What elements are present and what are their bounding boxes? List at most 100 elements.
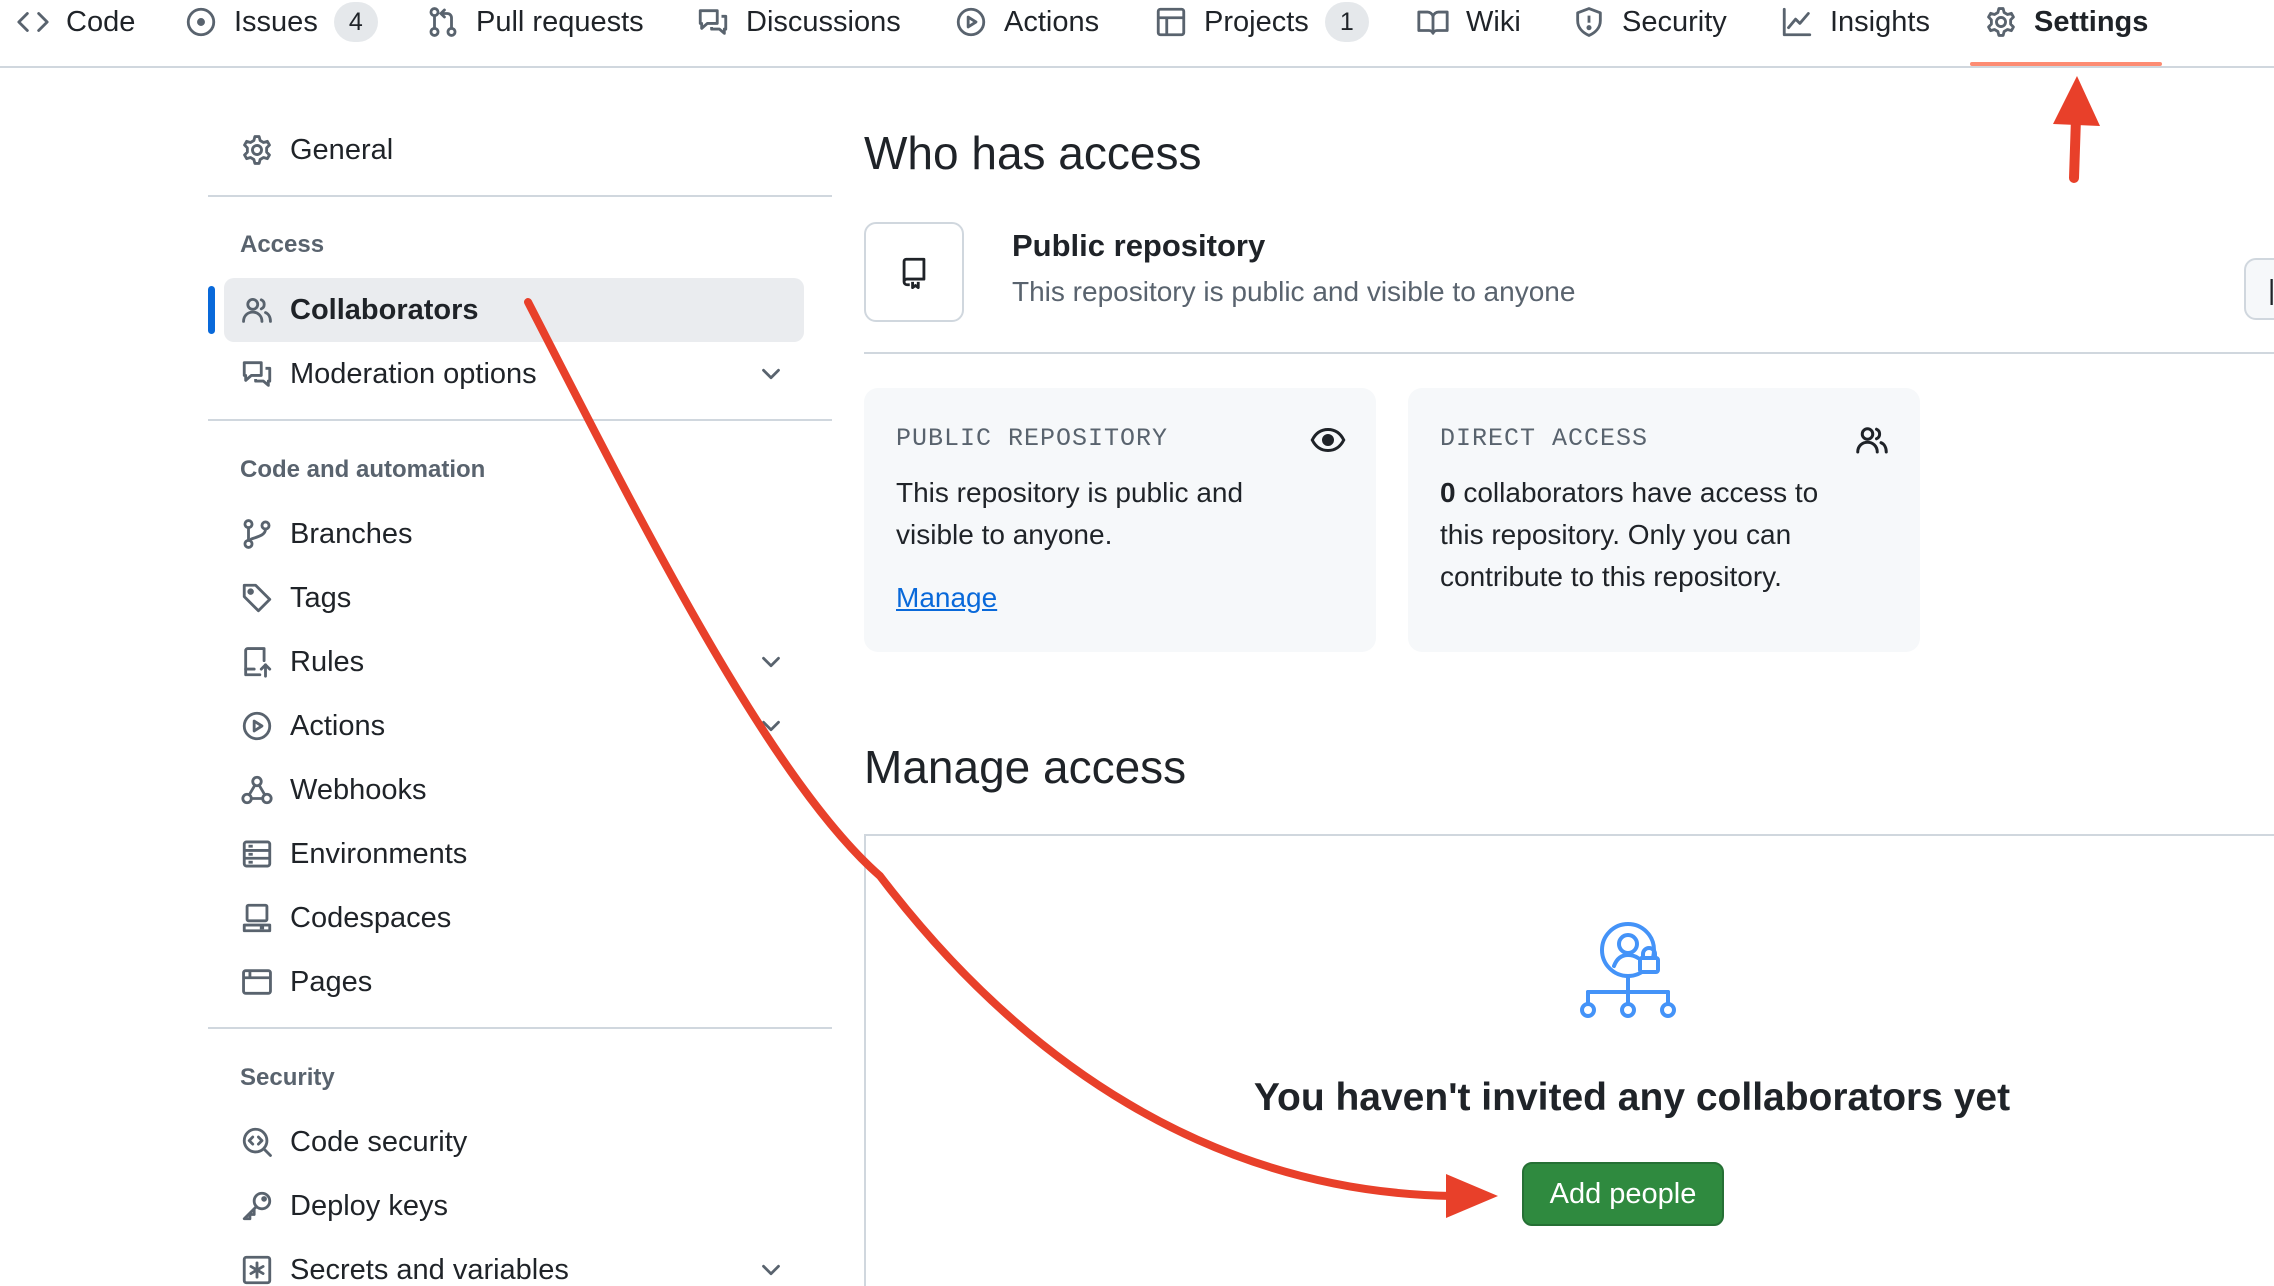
comment-discussion-icon bbox=[242, 361, 272, 387]
graph-icon bbox=[1782, 7, 1812, 37]
tab-discussions-label: Discussions bbox=[746, 5, 901, 38]
sidebar-item-actions[interactable]: Actions bbox=[224, 694, 804, 758]
chevron-down-icon[interactable] bbox=[756, 711, 786, 741]
arrow-to-settings-tab bbox=[2053, 76, 2100, 183]
who-has-access-title: Who has access bbox=[864, 127, 1202, 179]
tab-code[interactable]: Code bbox=[16, 0, 135, 44]
collaborator-count: 0 bbox=[1440, 477, 1456, 508]
add-people-button[interactable]: Add people bbox=[1522, 1162, 1724, 1226]
section-divider bbox=[864, 352, 2274, 354]
chevron-down-icon[interactable] bbox=[756, 647, 786, 677]
direct-access-card: DIRECT ACCESS 0 collaborators have acces… bbox=[1408, 388, 1920, 652]
sidebar-item-code-security[interactable]: Code security bbox=[224, 1110, 804, 1174]
chevron-down-icon[interactable] bbox=[756, 1255, 786, 1285]
card-text-line: 0 collaborators have access to bbox=[1440, 472, 1818, 514]
sidebar-item-deploy-keys[interactable]: Deploy keys bbox=[224, 1174, 804, 1238]
manage-access-title: Manage access bbox=[864, 741, 1187, 793]
sidebar-item-rules[interactable]: Rules bbox=[224, 630, 804, 694]
tab-security-label: Security bbox=[1622, 5, 1727, 38]
sidebar-item-label: Moderation options bbox=[290, 357, 537, 390]
sidebar-item-label: Branches bbox=[290, 517, 413, 550]
tab-code-label: Code bbox=[66, 5, 136, 38]
tab-wiki[interactable]: Wiki bbox=[1416, 0, 1521, 44]
card-label: PUBLIC REPOSITORY bbox=[896, 424, 1169, 453]
sidebar-item-tags[interactable]: Tags bbox=[224, 566, 804, 630]
card-body: 0 collaborators have access to this repo… bbox=[1440, 472, 1818, 598]
sidebar-item-moderation[interactable]: Moderation options bbox=[224, 342, 804, 406]
sidebar-item-label: Actions bbox=[290, 709, 386, 742]
tab-issues-label: Issues bbox=[234, 5, 318, 38]
card-label: DIRECT ACCESS bbox=[1440, 424, 1649, 453]
sidebar-item-label: Pages bbox=[290, 965, 373, 998]
table-icon bbox=[1156, 7, 1186, 37]
people-icon bbox=[1856, 427, 1888, 454]
visibility-description: This repository is public and visible to… bbox=[1012, 276, 1576, 307]
change-visibility-button[interactable]: | bbox=[2244, 258, 2274, 320]
card-text-fragment: collaborators have access to bbox=[1455, 477, 1819, 508]
person-lock-network-icon bbox=[1580, 922, 1676, 1018]
repo-push-icon bbox=[244, 647, 272, 678]
sidebar-item-label: Secrets and variables bbox=[290, 1253, 569, 1286]
manage-visibility-link[interactable]: Manage bbox=[896, 582, 997, 614]
pull-request-icon bbox=[429, 7, 457, 37]
shield-icon bbox=[1576, 7, 1602, 37]
tab-insights-label: Insights bbox=[1830, 5, 1930, 38]
repo-visibility-icon-box bbox=[864, 222, 964, 322]
chevron-down-icon[interactable] bbox=[756, 359, 786, 389]
sidebar-item-label: Code security bbox=[290, 1125, 468, 1158]
play-icon bbox=[956, 7, 986, 37]
key-asterisk-icon bbox=[242, 1255, 272, 1285]
sidebar-item-codespaces[interactable]: Codespaces bbox=[224, 886, 804, 950]
issues-count-badge: 4 bbox=[333, 2, 378, 42]
sidebar-item-label: Environments bbox=[290, 837, 468, 870]
tab-settings[interactable]: Settings bbox=[1984, 0, 2148, 44]
key-icon bbox=[242, 1191, 272, 1221]
tab-pull-requests-label: Pull requests bbox=[476, 5, 644, 38]
empty-state-title: You haven't invited any collaborators ye… bbox=[1253, 1076, 2011, 1119]
sidebar-item-label: General bbox=[290, 133, 394, 166]
tab-issues[interactable]: Issues 4 bbox=[184, 0, 378, 44]
tab-projects-label: Projects bbox=[1204, 5, 1309, 38]
sidebar-item-webhooks[interactable]: Webhooks bbox=[224, 758, 804, 822]
tab-security[interactable]: Security bbox=[1572, 0, 1727, 44]
server-icon bbox=[242, 840, 272, 868]
sidebar-item-general[interactable]: General bbox=[224, 118, 804, 182]
card-text-line: this repository. Only you can bbox=[1440, 519, 1792, 550]
codescan-icon bbox=[242, 1127, 272, 1157]
card-text-line: contribute to this repository. bbox=[1440, 561, 1782, 592]
people-icon bbox=[242, 297, 272, 323]
sidebar-item-label: Rules bbox=[290, 645, 365, 678]
repo-nav: Code Issues 4 Pull requests Discussions … bbox=[0, 0, 2274, 68]
sidebar-item-label: Webhooks bbox=[290, 773, 427, 806]
visibility-title: Public repository bbox=[1012, 228, 1266, 263]
card-text-line: visible to anyone. bbox=[896, 519, 1113, 550]
sidebar-item-branches[interactable]: Branches bbox=[224, 502, 804, 566]
eye-icon bbox=[1310, 427, 1346, 453]
sidebar-item-label: Deploy keys bbox=[290, 1189, 448, 1222]
sidebar-heading-access: Access bbox=[240, 231, 325, 258]
play-icon bbox=[242, 711, 272, 741]
selected-tab-underline bbox=[1970, 62, 2162, 66]
repo-icon bbox=[902, 257, 926, 289]
tab-projects[interactable]: Projects 1 bbox=[1154, 0, 1369, 44]
sidebar-item-secrets[interactable]: Secrets and variables bbox=[224, 1238, 804, 1286]
card-text-line: This repository is public and bbox=[896, 477, 1244, 508]
active-item-marker bbox=[208, 286, 215, 334]
gear-icon bbox=[243, 135, 271, 165]
book-icon bbox=[1417, 10, 1449, 35]
sidebar-item-label: Codespaces bbox=[290, 901, 452, 934]
sidebar-item-label: Collaborators bbox=[290, 293, 479, 326]
sidebar-heading-security: Security bbox=[240, 1064, 335, 1091]
browser-icon bbox=[242, 969, 272, 995]
tab-actions[interactable]: Actions bbox=[954, 0, 1099, 44]
sidebar-item-collaborators[interactable]: Collaborators bbox=[224, 278, 804, 342]
codespaces-icon bbox=[242, 903, 272, 933]
tab-pull-requests[interactable]: Pull requests bbox=[426, 0, 644, 44]
tab-insights[interactable]: Insights bbox=[1780, 0, 1930, 44]
sidebar-item-pages[interactable]: Pages bbox=[224, 950, 804, 1014]
tab-actions-label: Actions bbox=[1004, 5, 1100, 38]
tab-discussions[interactable]: Discussions bbox=[696, 0, 901, 44]
issue-icon bbox=[186, 7, 216, 37]
card-body: This repository is public and visible to… bbox=[896, 472, 1243, 556]
sidebar-item-environments[interactable]: Environments bbox=[224, 822, 804, 886]
